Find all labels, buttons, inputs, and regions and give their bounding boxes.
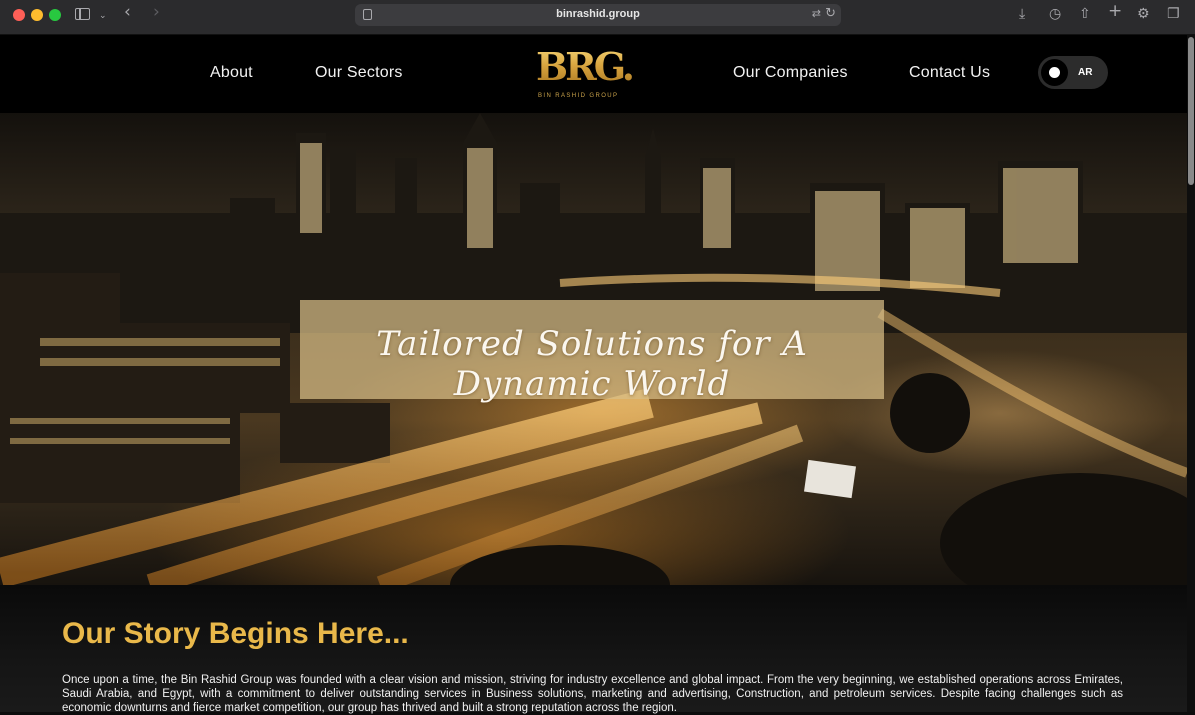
toggle-knob <box>1041 59 1068 86</box>
hero-tagline: Tailored Solutions for A Dynamic World <box>376 324 808 404</box>
logo-subtitle: BIN RASHID GROUP <box>538 93 619 99</box>
nav-contact-us[interactable]: Contact Us <box>909 64 990 82</box>
sidebar-toggle-icon[interactable] <box>75 8 90 20</box>
zoom-window-button[interactable] <box>49 9 61 21</box>
back-icon[interactable]: ‹ <box>124 4 131 21</box>
minimize-window-button[interactable] <box>31 9 43 21</box>
story-title: Our Story Begins Here... <box>62 617 409 650</box>
nav-our-sectors[interactable]: Our Sectors <box>315 64 403 82</box>
nav-our-companies[interactable]: Our Companies <box>733 64 848 82</box>
chevron-down-icon[interactable]: ⌄ <box>99 8 107 24</box>
hero-banner: Tailored Solutions for A Dynamic World <box>0 113 1187 585</box>
browser-toolbar: ⌄ ‹ › binrashid.group ⇄ ↻ ⤓ ◷ ⇧ + ⚙ ❐ <box>0 0 1195 35</box>
close-window-button[interactable] <box>13 9 25 21</box>
history-icon[interactable]: ◷ <box>1049 6 1061 22</box>
scrollbar-thumb[interactable] <box>1188 37 1194 185</box>
language-label: AR <box>1078 67 1093 78</box>
gear-icon[interactable]: ⚙ <box>1137 6 1150 22</box>
forward-icon[interactable]: › <box>153 4 160 21</box>
language-toggle[interactable]: AR <box>1038 56 1108 89</box>
share-icon[interactable]: ⇧ <box>1079 6 1091 22</box>
reload-icon[interactable]: ↻ <box>825 6 836 21</box>
logo-mark: BRG. <box>536 44 635 89</box>
story-section: Our Story Begins Here... Once upon a tim… <box>0 585 1187 714</box>
download-icon[interactable]: ⤓ <box>1019 6 1025 22</box>
url-text[interactable]: binrashid.group <box>355 8 841 20</box>
translate-icon[interactable]: ⇄ <box>812 7 821 20</box>
tab-overview-icon[interactable]: ❐ <box>1167 6 1180 22</box>
tagline-banner: Tailored Solutions for A Dynamic World <box>300 300 884 404</box>
page-scrollbar[interactable] <box>1187 35 1195 712</box>
site-header: About Our Sectors BRG. BIN RASHID GROUP … <box>0 35 1187 113</box>
address-bar[interactable]: binrashid.group ⇄ ↻ <box>355 4 841 26</box>
nav-about[interactable]: About <box>210 64 253 82</box>
story-text: Once upon a time, the Bin Rashid Group w… <box>62 674 1123 714</box>
brg-logo[interactable]: BRG. BIN RASHID GROUP <box>536 44 635 105</box>
new-tab-icon[interactable]: + <box>1108 3 1122 20</box>
